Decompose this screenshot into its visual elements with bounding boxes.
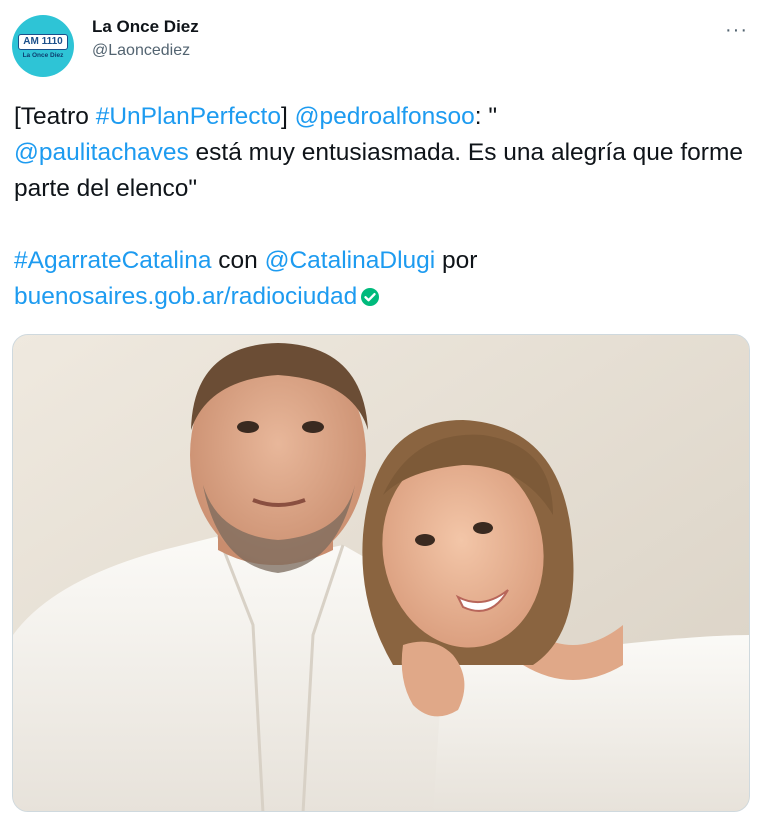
author-handle[interactable]: @Laoncediez bbox=[92, 40, 199, 62]
mention-link[interactable]: @pedroalfonsoo bbox=[295, 103, 475, 130]
tweet-paragraph-2: #AgarrateCatalina con @CatalinaDlugi por… bbox=[14, 243, 758, 318]
text-segment: [Teatro bbox=[14, 103, 96, 130]
more-options-icon[interactable]: ··· bbox=[725, 20, 748, 40]
hashtag-link[interactable]: #UnPlanPerfecto bbox=[96, 103, 281, 130]
tweet-paragraph-1: [Teatro #UnPlanPerfecto] @pedroalfonsoo:… bbox=[14, 99, 758, 207]
tweet-card[interactable]: AM 1110 La Once Diez La Once Diez @Laonc… bbox=[0, 0, 768, 835]
text-segment: : " bbox=[474, 103, 498, 130]
text-segment: ] bbox=[280, 103, 295, 130]
mention-link[interactable]: @CatalinaDlugi bbox=[265, 247, 436, 274]
author-display-name[interactable]: La Once Diez bbox=[92, 16, 199, 38]
avatar-badge: AM 1110 bbox=[18, 33, 68, 50]
tweet-text: [Teatro #UnPlanPerfecto] @pedroalfonsoo:… bbox=[14, 99, 758, 318]
author-names: La Once Diez @Laoncediez bbox=[92, 16, 199, 62]
tweet-header: AM 1110 La Once Diez La Once Diez @Laonc… bbox=[12, 14, 754, 78]
photo-illustration bbox=[13, 335, 749, 811]
verified-check-icon bbox=[360, 282, 380, 318]
avatar-sub: La Once Diez bbox=[22, 51, 64, 59]
text-segment: con bbox=[211, 247, 265, 274]
url-link[interactable]: buenosaires.gob.ar/radiociudad bbox=[14, 283, 357, 310]
tweet-photo[interactable] bbox=[12, 334, 750, 812]
mention-link[interactable]: @paulitachaves bbox=[14, 139, 189, 166]
hashtag-link[interactable]: #AgarrateCatalina bbox=[14, 247, 211, 274]
avatar[interactable]: AM 1110 La Once Diez bbox=[12, 15, 74, 77]
text-segment: por bbox=[435, 247, 478, 274]
